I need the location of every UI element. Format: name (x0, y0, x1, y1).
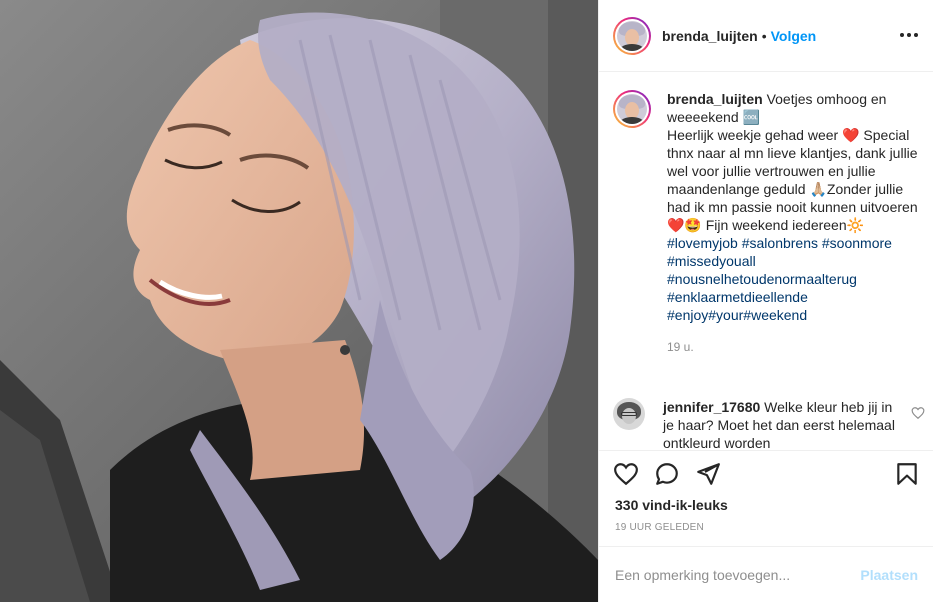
hashtag-soonmore[interactable]: #soonmore (822, 235, 892, 251)
caption-author-avatar[interactable] (613, 90, 651, 128)
commenter-avatar[interactable] (613, 398, 645, 430)
caption-username[interactable]: brenda_luijten (667, 91, 763, 107)
caption-time[interactable]: 19 u. (667, 338, 925, 356)
comments-area[interactable]: brenda_luijten Voetjes omhoog en weeeeke… (599, 72, 933, 450)
comment-heart-icon[interactable] (911, 406, 925, 420)
instagram-post-modal: brenda_luijten • Volgen brenda_luijten V… (0, 0, 933, 602)
more-horizontal-icon[interactable] (900, 26, 918, 44)
hashtag-lovemyjob[interactable]: #lovemyjob (667, 235, 738, 251)
hashtag-enjoy[interactable]: #enjoy (667, 307, 708, 323)
comment-input[interactable] (615, 566, 861, 583)
post-comment-button[interactable]: Plaatsen (860, 567, 918, 583)
post-side-panel: brenda_luijten • Volgen brenda_luijten V… (598, 0, 933, 602)
post-header: brenda_luijten • Volgen (599, 0, 933, 72)
send-icon[interactable] (695, 461, 721, 487)
post-photo-illustration (0, 0, 598, 602)
hashtag-missedyouall[interactable]: #missedyouall (667, 253, 756, 269)
hashtag-your[interactable]: #your (708, 307, 743, 323)
hashtag-enklaarmetdieellende[interactable]: #enklaarmetdieellende (667, 289, 808, 305)
hashtag-weekend[interactable]: #weekend (743, 307, 807, 323)
comment-text: jennifer_17680 Welke kleur heb jij in je… (663, 398, 899, 450)
comment-item: jennifer_17680 Welke kleur heb jij in je… (613, 398, 925, 450)
hashtag-salonbrens[interactable]: #salonbrens (742, 235, 818, 251)
post-photo[interactable] (0, 0, 598, 602)
author-avatar[interactable] (613, 16, 651, 55)
comment-icon[interactable] (654, 461, 680, 487)
commenter-username[interactable]: jennifer_17680 (663, 399, 760, 415)
likes-count[interactable]: 330 vind-ik-leuks (615, 497, 728, 513)
bookmark-icon[interactable] (894, 461, 920, 487)
caption-line2: Heerlijk weekje gehad weer ❤️ Special th… (667, 127, 918, 233)
post-actions: 330 vind-ik-leuks 19 UUR GELEDEN (599, 450, 933, 546)
caption: brenda_luijten Voetjes omhoog en weeeeke… (613, 90, 925, 356)
author-username[interactable]: brenda_luijten (662, 28, 758, 44)
separator-dot: • (761, 27, 767, 44)
hashtag-nousnelhetoudenormaalterug[interactable]: #nousnelhetoudenormaalterug (667, 271, 857, 287)
post-time-ago[interactable]: 19 UUR GELEDEN (615, 522, 704, 533)
heart-icon[interactable] (613, 461, 639, 487)
add-comment-form: Plaatsen (599, 546, 933, 602)
caption-text: brenda_luijten Voetjes omhoog en weeeeke… (667, 90, 925, 356)
follow-button[interactable]: Volgen (771, 28, 817, 44)
